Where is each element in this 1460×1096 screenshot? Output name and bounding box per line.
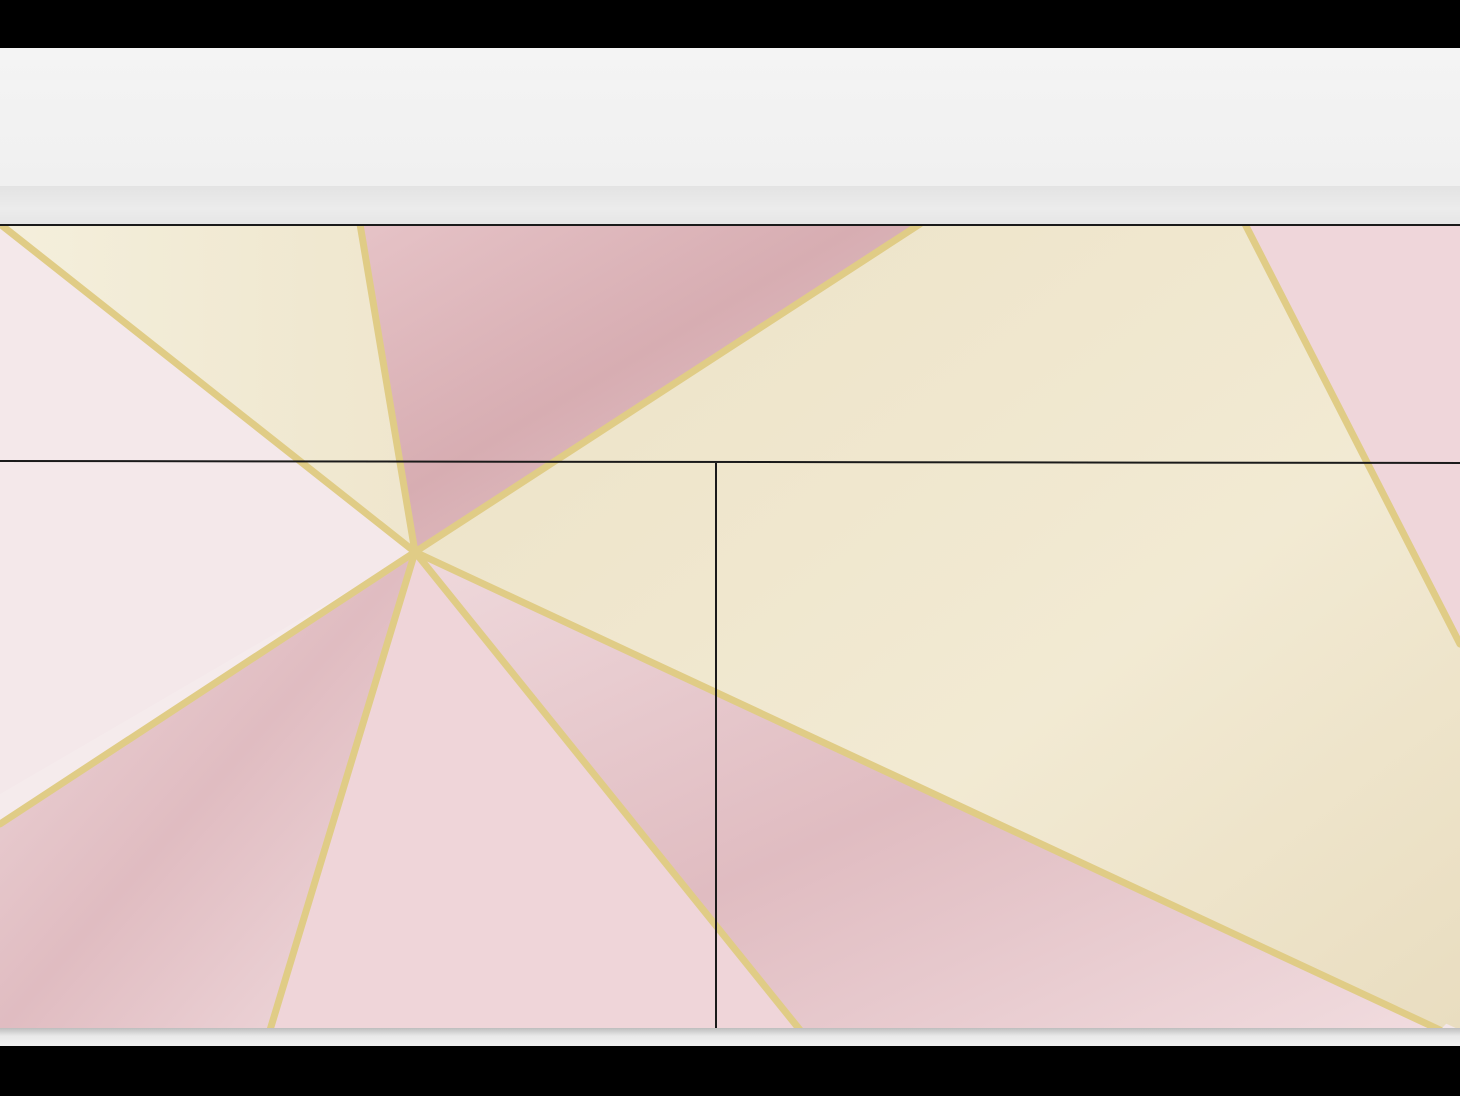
cabinet-plinth [0,1028,1460,1048]
countertop-surface [0,48,1460,188]
countertop-edge [0,186,1460,224]
letterbox-top [0,0,1460,48]
letterbox-bottom [0,1046,1460,1096]
cabinet-front [0,224,1460,1030]
photo-scene [0,0,1460,1096]
